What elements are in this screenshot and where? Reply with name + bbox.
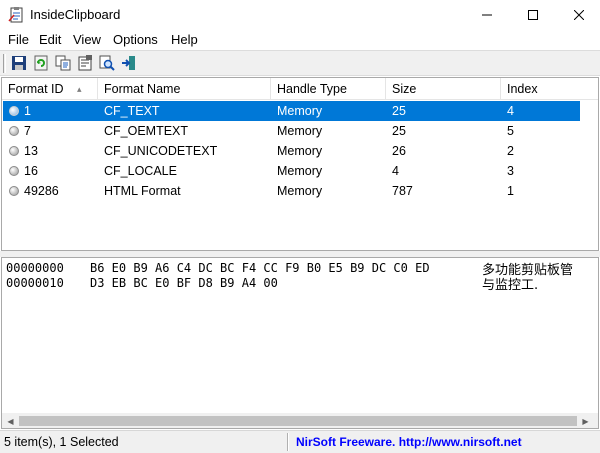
- table-row[interactable]: 49286 HTML Format Memory 787 1: [3, 181, 580, 201]
- cell-size: 4: [392, 164, 399, 178]
- clipboard-format-list[interactable]: Format ID ▴ Format Name Handle Type Size …: [1, 77, 599, 251]
- cell-index: 3: [507, 164, 514, 178]
- cell-index: 5: [507, 124, 514, 138]
- copy-button[interactable]: [53, 54, 73, 72]
- cell-handle-type: Memory: [277, 144, 323, 158]
- table-row[interactable]: 16 CF_LOCALE Memory 4 3: [3, 161, 580, 181]
- cell-format-id: 7: [24, 124, 31, 138]
- app-clipboard-icon: [8, 6, 26, 24]
- find-icon: [99, 55, 115, 71]
- cell-size: 25: [392, 124, 406, 138]
- column-handle-type-label: Handle Type: [277, 82, 347, 96]
- column-format-id[interactable]: Format ID ▴: [2, 78, 98, 100]
- close-button[interactable]: [556, 0, 600, 30]
- copy-icon: [55, 55, 71, 71]
- menu-help[interactable]: Help: [171, 32, 198, 47]
- menu-file[interactable]: File: [8, 32, 29, 47]
- status-divider: [287, 433, 289, 451]
- status-item-count: 5 item(s), 1 Selected: [4, 435, 119, 449]
- menu-view[interactable]: View: [73, 32, 101, 47]
- column-handle-type[interactable]: Handle Type: [271, 78, 386, 100]
- properties-button[interactable]: [75, 54, 95, 72]
- minimize-button[interactable]: [464, 0, 510, 30]
- cell-format-name: HTML Format: [104, 184, 181, 198]
- hex-bytes: B6 E0 B9 A6 C4 DC BC F4 CC F9 B0 E5 B9 D…: [90, 261, 430, 275]
- save-icon: [12, 56, 26, 70]
- column-size[interactable]: Size: [386, 78, 501, 100]
- column-format-name-label: Format Name: [104, 82, 181, 96]
- column-index-label: Index: [507, 82, 538, 96]
- column-format-name[interactable]: Format Name: [98, 78, 271, 100]
- exit-icon: [122, 56, 135, 70]
- hex-offset: 00000000: [6, 261, 64, 275]
- cell-index: 4: [507, 104, 514, 118]
- cell-format-id: 49286: [24, 184, 59, 198]
- cell-format-name: CF_OEMTEXT: [104, 124, 189, 138]
- row-bullet-icon: [9, 186, 19, 196]
- toolbar-grip: [3, 54, 6, 73]
- nirsoft-link[interactable]: NirSoft Freeware. http://www.nirsoft.net: [296, 435, 522, 449]
- title-bar: InsideClipboard: [0, 0, 600, 30]
- scroll-right-icon[interactable]: ▶: [577, 413, 594, 428]
- row-bullet-icon: [9, 146, 19, 156]
- column-index[interactable]: Index: [501, 78, 598, 100]
- cell-format-name: CF_TEXT: [104, 104, 160, 118]
- cell-handle-type: Memory: [277, 124, 323, 138]
- scroll-left-icon[interactable]: ◀: [2, 413, 19, 428]
- cell-format-name: CF_UNICODETEXT: [104, 144, 218, 158]
- minimize-icon: [482, 14, 492, 16]
- maximize-icon: [528, 10, 538, 20]
- maximize-button[interactable]: [510, 0, 556, 30]
- row-bullet-icon: [9, 126, 19, 136]
- scrollbar-thumb[interactable]: [19, 416, 577, 426]
- list-column-header: Format ID ▴ Format Name Handle Type Size …: [2, 78, 598, 100]
- toolbar: [0, 50, 600, 76]
- cell-handle-type: Memory: [277, 184, 323, 198]
- cell-size: 787: [392, 184, 413, 198]
- cell-format-name: CF_LOCALE: [104, 164, 177, 178]
- menu-edit[interactable]: Edit: [39, 32, 61, 47]
- save-button[interactable]: [9, 54, 29, 72]
- hex-bytes: D3 EB BC E0 BF D8 B9 A4 00: [90, 276, 278, 290]
- cell-format-id: 1: [24, 104, 31, 118]
- cell-size: 26: [392, 144, 406, 158]
- properties-icon: [78, 55, 92, 71]
- table-row[interactable]: 7 CF_OEMTEXT Memory 25 5: [3, 121, 580, 141]
- table-row[interactable]: 13 CF_UNICODETEXT Memory 26 2: [3, 141, 580, 161]
- hex-dump-panel[interactable]: 00000000 B6 E0 B9 A6 C4 DC BC F4 CC F9 B…: [1, 257, 599, 429]
- window-title: InsideClipboard: [30, 7, 121, 22]
- cell-index: 2: [507, 144, 514, 158]
- cell-handle-type: Memory: [277, 104, 323, 118]
- refresh-button[interactable]: [31, 54, 51, 72]
- close-icon: [574, 10, 584, 20]
- refresh-icon: [34, 55, 48, 71]
- row-bullet-icon: [9, 106, 19, 116]
- exit-button[interactable]: [119, 54, 139, 72]
- cell-size: 25: [392, 104, 406, 118]
- cell-handle-type: Memory: [277, 164, 323, 178]
- hex-offset: 00000010: [6, 276, 64, 290]
- menu-options[interactable]: Options: [113, 32, 158, 47]
- cell-index: 1: [507, 184, 514, 198]
- column-format-id-label: Format ID: [8, 82, 64, 96]
- find-button[interactable]: [97, 54, 117, 72]
- status-bar: 5 item(s), 1 Selected NirSoft Freeware. …: [0, 430, 600, 453]
- row-bullet-icon: [9, 166, 19, 176]
- table-row[interactable]: 1 CF_TEXT Memory 25 4: [3, 101, 580, 121]
- cell-format-id: 13: [24, 144, 38, 158]
- horizontal-scrollbar[interactable]: ◀ ▶: [2, 413, 598, 428]
- column-size-label: Size: [392, 82, 417, 96]
- cell-format-id: 16: [24, 164, 38, 178]
- menu-bar: File Edit View Options Help: [0, 30, 600, 50]
- hex-text: 与监控工.: [482, 278, 539, 293]
- sort-ascending-icon: ▴: [77, 84, 82, 94]
